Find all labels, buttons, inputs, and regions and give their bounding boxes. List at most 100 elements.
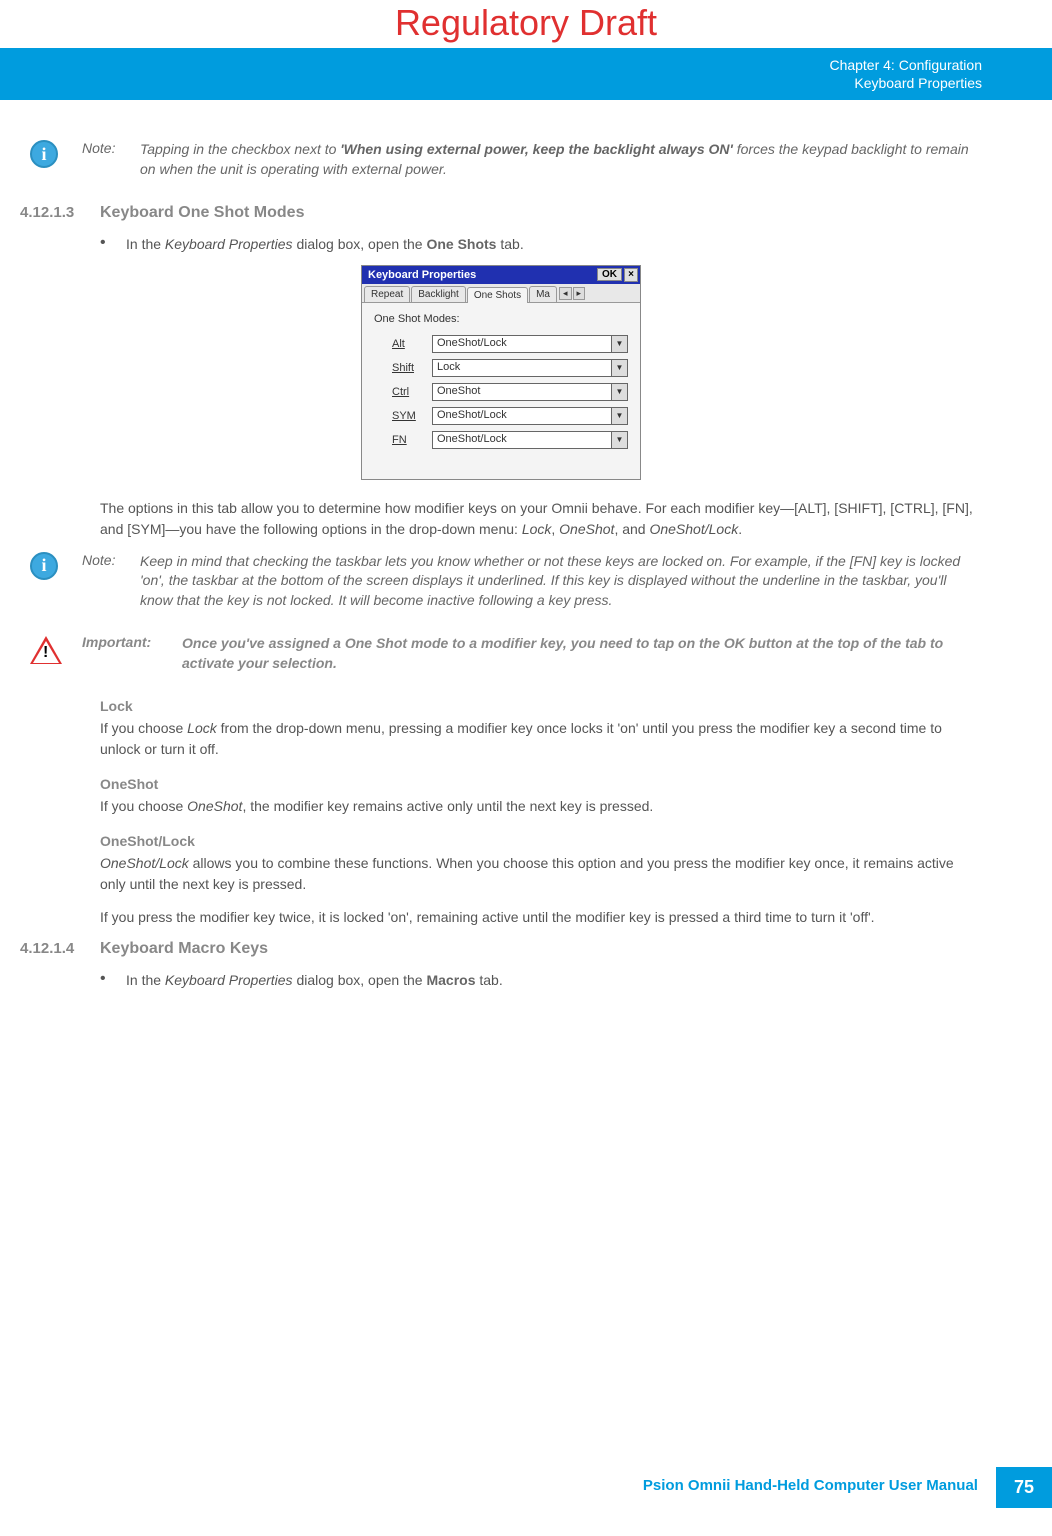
bullet-dot: •	[100, 234, 126, 255]
label-sym: SYM	[392, 410, 432, 422]
exclaim-icon: !	[43, 644, 48, 662]
regulatory-draft-label: Regulatory Draft	[0, 0, 1052, 48]
heading-oneshot: OneShot	[100, 776, 982, 792]
section-title: Keyboard Macro Keys	[100, 940, 268, 958]
b-post: tab.	[496, 236, 523, 252]
pad-p2: ,	[551, 521, 559, 537]
select-alt[interactable]: OneShot/Lock ▼	[432, 335, 628, 353]
heading-oneshot-lock: OneShot/Lock	[100, 833, 982, 849]
heading-lock: Lock	[100, 698, 982, 714]
para-oneshot-lock-2: If you press the modifier key twice, it …	[100, 907, 982, 928]
page-footer: Psion Omnii Hand-Held Computer User Manu…	[625, 1467, 1052, 1508]
section-title: Keyboard One Shot Modes	[100, 204, 304, 222]
section-4-12-1-4: 4.12.1.4 Keyboard Macro Keys	[20, 940, 982, 958]
tab-one-shots[interactable]: One Shots	[467, 287, 528, 303]
pad-i2: OneShot	[559, 521, 614, 537]
tab-backlight[interactable]: Backlight	[411, 286, 466, 302]
row-ctrl: Ctrl OneShot ▼	[392, 383, 628, 401]
para-oneshot: If you choose OneShot, the modifier key …	[100, 796, 982, 817]
note-block-1: i Note: Tapping in the checkbox next to …	[30, 140, 982, 179]
os-post: , the modifier key remains active only u…	[242, 798, 653, 814]
dialog-body: One Shot Modes: Alt OneShot/Lock ▼ Shift…	[362, 303, 640, 479]
row-sym: SYM OneShot/Lock ▼	[392, 407, 628, 425]
dialog-close-button[interactable]: ×	[624, 268, 638, 282]
chevron-down-icon[interactable]: ▼	[611, 336, 627, 352]
section-number: 4.12.1.4	[20, 940, 100, 958]
pad-p4: .	[738, 521, 742, 537]
warning-icon: !	[30, 636, 62, 664]
bullet-dot: •	[100, 970, 126, 991]
label-alt: Alt	[392, 338, 432, 350]
dialog-tabs: Repeat Backlight One Shots Ma ◂ ▸	[362, 284, 640, 303]
note-label: Note:	[82, 140, 132, 156]
b2-post: tab.	[475, 972, 502, 988]
pad-p3: , and	[614, 521, 649, 537]
header-bar: Chapter 4: Configuration Keyboard Proper…	[0, 48, 1052, 100]
label-fn: FN	[392, 434, 432, 446]
tab-scroll-left[interactable]: ◂	[559, 287, 572, 300]
note-text: Tapping in the checkbox next to 'When us…	[140, 140, 982, 179]
os-pre: If you choose	[100, 798, 187, 814]
bullet-open-oneshots: • In the Keyboard Properties dialog box,…	[100, 234, 982, 255]
pad-i3: OneShot/Lock	[649, 521, 738, 537]
para-lock: If you choose Lock from the drop-down me…	[100, 718, 982, 760]
select-shift-value: Lock	[433, 360, 611, 376]
select-shift[interactable]: Lock ▼	[432, 359, 628, 377]
footer-page-number: 75	[996, 1467, 1052, 1508]
keyboard-properties-dialog: Keyboard Properties OK × Repeat Backligh…	[361, 265, 641, 480]
lock-post: from the drop-down menu, pressing a modi…	[100, 720, 942, 757]
bullet-open-macros: • In the Keyboard Properties dialog box,…	[100, 970, 982, 991]
row-alt: Alt OneShot/Lock ▼	[392, 335, 628, 353]
row-shift: Shift Lock ▼	[392, 359, 628, 377]
dialog-ok-button[interactable]: OK	[597, 268, 622, 281]
label-ctrl: Ctrl	[392, 386, 432, 398]
b2-ital: Keyboard Properties	[165, 972, 293, 988]
select-ctrl[interactable]: OneShot ▼	[432, 383, 628, 401]
section-number: 4.12.1.3	[20, 204, 100, 222]
chevron-down-icon[interactable]: ▼	[611, 408, 627, 424]
select-fn-value: OneShot/Lock	[433, 432, 611, 448]
note-block-2: i Note: Keep in mind that checking the t…	[30, 552, 982, 611]
select-sym-value: OneShot/Lock	[433, 408, 611, 424]
osl-i1: OneShot/Lock	[100, 855, 189, 871]
row-fn: FN OneShot/Lock ▼	[392, 431, 628, 449]
important-block-1: ! Important: Once you've assigned a One …	[30, 634, 982, 673]
chevron-down-icon[interactable]: ▼	[611, 384, 627, 400]
note-text: Keep in mind that checking the taskbar l…	[140, 552, 982, 611]
section-4-12-1-3: 4.12.1.3 Keyboard One Shot Modes	[20, 204, 982, 222]
select-alt-value: OneShot/Lock	[433, 336, 611, 352]
label-shift: Shift	[392, 362, 432, 374]
b2-pre: In the	[126, 972, 165, 988]
bullet-text: In the Keyboard Properties dialog box, o…	[126, 234, 524, 255]
b-bold: One Shots	[426, 236, 496, 252]
tab-scroll-right[interactable]: ▸	[573, 287, 586, 300]
chevron-down-icon[interactable]: ▼	[611, 432, 627, 448]
dialog-titlebar: Keyboard Properties OK ×	[362, 266, 640, 284]
important-text: Once you've assigned a One Shot mode to …	[182, 634, 982, 673]
tab-macros-partial[interactable]: Ma	[529, 286, 557, 302]
footer-manual-title: Psion Omnii Hand-Held Computer User Manu…	[625, 1467, 996, 1508]
info-icon: i	[30, 552, 58, 580]
group-label: One Shot Modes:	[374, 313, 628, 325]
lock-i: Lock	[187, 720, 217, 736]
b-pre: In the	[126, 236, 165, 252]
select-sym[interactable]: OneShot/Lock ▼	[432, 407, 628, 425]
important-label: Important:	[82, 634, 172, 650]
bullet-text: In the Keyboard Properties dialog box, o…	[126, 970, 503, 991]
b2-mid: dialog box, open the	[293, 972, 427, 988]
select-ctrl-value: OneShot	[433, 384, 611, 400]
dialog-title: Keyboard Properties	[368, 269, 597, 281]
select-fn[interactable]: OneShot/Lock ▼	[432, 431, 628, 449]
para-oneshot-lock-1: OneShot/Lock allows you to combine these…	[100, 853, 982, 895]
header-section: Keyboard Properties	[0, 74, 982, 92]
lock-pre: If you choose	[100, 720, 187, 736]
info-icon: i	[30, 140, 58, 168]
b2-bold: Macros	[426, 972, 475, 988]
os-i: OneShot	[187, 798, 242, 814]
b-ital: Keyboard Properties	[165, 236, 293, 252]
tab-repeat[interactable]: Repeat	[364, 286, 410, 302]
note1-pre: Tapping in the checkbox next to	[140, 141, 340, 157]
para-after-dialog: The options in this tab allow you to det…	[100, 498, 982, 540]
note-label: Note:	[82, 552, 132, 568]
chevron-down-icon[interactable]: ▼	[611, 360, 627, 376]
